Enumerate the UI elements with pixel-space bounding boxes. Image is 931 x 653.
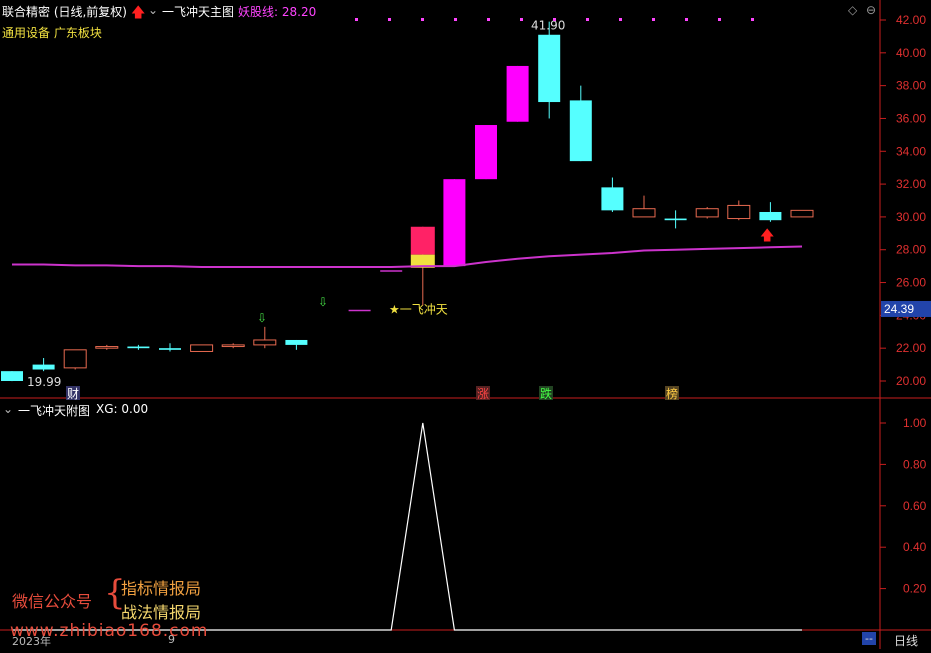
down-arrow-icon: ⇩ bbox=[257, 311, 267, 325]
top-dot bbox=[652, 18, 655, 21]
candle-body bbox=[410, 226, 435, 255]
sub-y-tick-label: 0.40 bbox=[903, 540, 927, 554]
candle-body bbox=[190, 344, 214, 352]
high-price-label: 41.90 bbox=[531, 19, 565, 33]
stock-title: 联合精密 (日线,前复权) bbox=[2, 5, 127, 19]
candle-body bbox=[32, 364, 55, 370]
candle-body bbox=[569, 100, 592, 162]
candle-body bbox=[506, 65, 529, 122]
up-arrow-icon: 🡅 bbox=[131, 5, 146, 21]
top-dot bbox=[586, 18, 589, 21]
indicator-name: 一飞冲天主图 bbox=[162, 5, 235, 19]
candle-body bbox=[695, 208, 719, 218]
y-tick-label: 40.00 bbox=[896, 46, 926, 60]
watermark-wechat: 微信公众号 bbox=[12, 592, 93, 611]
y-tick-label: 38.00 bbox=[896, 79, 926, 93]
sector-label: 通用设备 广东板块 bbox=[2, 26, 102, 40]
candle-body bbox=[632, 208, 656, 218]
y-tick-label: 22.00 bbox=[896, 341, 926, 355]
sub-y-tick-label: 0.20 bbox=[903, 582, 927, 596]
y-tick-label: 30.00 bbox=[896, 210, 926, 224]
y-tick-label: 20.00 bbox=[896, 374, 926, 388]
candle-body bbox=[95, 346, 119, 349]
watermark-line2: 指标情报局 bbox=[121, 579, 202, 598]
diamond-icon[interactable]: ◇ bbox=[848, 3, 857, 17]
y-tick-label: 42.00 bbox=[896, 13, 926, 27]
top-dot bbox=[619, 18, 622, 21]
top-dot bbox=[553, 18, 556, 21]
candle-body bbox=[443, 179, 466, 267]
y-tick-label: 36.00 bbox=[896, 111, 926, 125]
event-marker: 财 bbox=[67, 387, 79, 401]
period-label[interactable]: 日线 bbox=[894, 632, 918, 649]
y-tick-label: 26.00 bbox=[896, 276, 926, 290]
down-arrow-icon: ⇩ bbox=[318, 295, 328, 309]
event-marker: 榜 bbox=[666, 386, 678, 401]
month-label: 9 bbox=[168, 633, 175, 646]
candle-body bbox=[159, 348, 181, 350]
candle-body bbox=[253, 339, 277, 346]
candle-body bbox=[790, 209, 814, 218]
candle-body bbox=[63, 349, 87, 369]
yao-line bbox=[12, 245, 803, 268]
top-dot bbox=[685, 18, 688, 21]
period-dash[interactable]: -- bbox=[862, 632, 876, 645]
sub-collapse-icon[interactable]: ⌄ bbox=[3, 402, 13, 416]
y-tick-label: 34.00 bbox=[896, 144, 926, 158]
year-label: 2023年 bbox=[12, 635, 51, 648]
y-tick-label: 32.00 bbox=[896, 177, 926, 191]
event-marker: 跌 bbox=[540, 386, 552, 401]
signal-label: ★一飞冲天 bbox=[389, 302, 448, 317]
current-price-label: 24.39 bbox=[884, 302, 914, 316]
top-dot bbox=[487, 18, 490, 21]
candle-body bbox=[127, 346, 150, 349]
candle-body bbox=[221, 344, 245, 348]
watermark-line3: 战法情报局 bbox=[121, 603, 202, 622]
candle-body bbox=[1, 371, 23, 381]
top-dot bbox=[355, 18, 358, 21]
yao-line-value: 妖股线: 28.20 bbox=[238, 5, 317, 19]
sub-y-tick-label: 1.00 bbox=[903, 416, 927, 430]
buy-up-arrow-icon: 🡅 bbox=[760, 228, 774, 244]
top-dot bbox=[520, 18, 523, 21]
collapse-icon[interactable]: ⌄ bbox=[148, 3, 158, 17]
sub-indicator-name: 一飞冲天附图 bbox=[18, 404, 91, 418]
y-tick-label: 28.00 bbox=[896, 243, 926, 257]
chart-svg: 20.0022.0024.0026.0028.0030.0032.0034.00… bbox=[0, 0, 931, 649]
candle-body bbox=[538, 34, 561, 103]
candle-body bbox=[601, 187, 624, 211]
top-dot bbox=[421, 18, 424, 21]
low-price-label: 19.99 bbox=[27, 375, 61, 389]
minus-icon[interactable]: ⊖ bbox=[866, 3, 876, 17]
candle-body bbox=[664, 218, 687, 221]
candle-body bbox=[759, 211, 782, 221]
top-dot bbox=[454, 18, 457, 21]
candle-body bbox=[727, 204, 751, 220]
candle-body bbox=[475, 125, 497, 180]
sub-y-tick-label: 0.60 bbox=[903, 499, 927, 513]
sub-y-tick-label: 0.80 bbox=[903, 457, 927, 471]
top-dot bbox=[388, 18, 391, 21]
candle-body bbox=[285, 339, 308, 345]
chart-stage: 20.0022.0024.0026.0028.0030.0032.0034.00… bbox=[0, 0, 931, 649]
event-marker: 涨 bbox=[477, 386, 489, 401]
top-dot bbox=[751, 18, 754, 21]
top-dot bbox=[718, 18, 721, 21]
sub-indicator-value: XG: 0.00 bbox=[96, 402, 149, 416]
